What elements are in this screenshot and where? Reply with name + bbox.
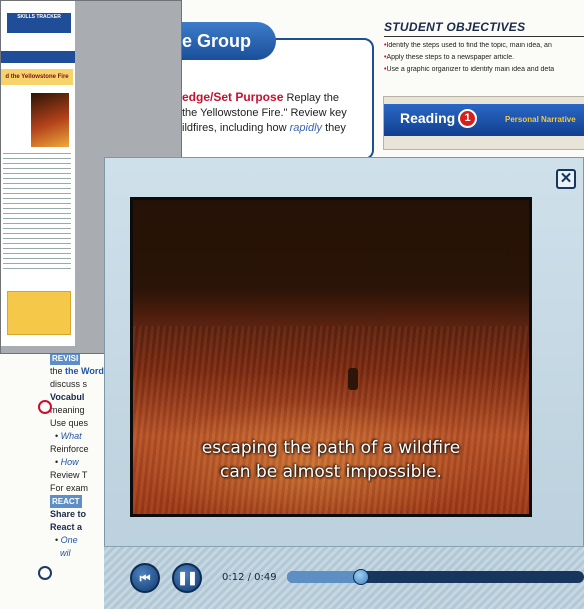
skills-tracker-label: SKILLS TRACKER bbox=[7, 13, 71, 33]
bullet-what: What bbox=[60, 431, 82, 441]
purpose-text-3: ildfires, including how bbox=[182, 122, 287, 134]
react-heading: REACT bbox=[50, 495, 82, 508]
discuss-text: discuss s bbox=[50, 379, 88, 389]
video-grass-texture bbox=[133, 325, 529, 514]
wildfire-photo-thumbnail bbox=[31, 93, 69, 147]
fleeing-animal bbox=[348, 368, 358, 390]
objectives-title: STUDENT OBJECTIVES bbox=[384, 20, 584, 37]
progress-scrubber-handle[interactable] bbox=[353, 569, 369, 585]
subtitle-line-2: can be almost impossible. bbox=[220, 462, 442, 482]
thumbnail-header-bar bbox=[1, 51, 75, 63]
pause-icon: ❚❚ bbox=[177, 570, 198, 585]
purpose-text-2: the Yellowstone Fire." Review key bbox=[182, 107, 347, 119]
vocabulary-target-icon bbox=[38, 400, 52, 414]
meaning-text: meaning bbox=[50, 405, 85, 415]
thumbnail-body-text bbox=[3, 151, 71, 271]
thumbnail-page: SKILLS TRACKER d the Yellowstone Fire bbox=[1, 1, 75, 346]
example-text: For exam bbox=[50, 483, 89, 493]
restart-button[interactable]: ⏮ bbox=[130, 563, 160, 593]
video-subtitle: escaping the path of a wildfire can be a… bbox=[133, 436, 529, 484]
purpose-text-block: edge/Set Purpose Replay the the Yellowst… bbox=[182, 90, 352, 136]
objective-item: Use a graphic organizer to identify main… bbox=[384, 66, 584, 73]
reading-label: Reading bbox=[400, 110, 456, 126]
reinforce-text: Reinforce bbox=[50, 444, 89, 454]
review-text: Review T bbox=[50, 470, 88, 480]
purpose-text-rapidly: rapidly bbox=[289, 122, 323, 134]
purpose-text-1: Replay the bbox=[286, 92, 340, 104]
react-a-heading: React a bbox=[50, 522, 83, 532]
objective-item: Identify the steps used to find the topi… bbox=[384, 42, 584, 49]
use-questions-text: Use ques bbox=[50, 418, 89, 428]
skip-back-icon: ⏮ bbox=[139, 571, 151, 585]
objective-item: Apply these steps to a newspaper article… bbox=[384, 54, 584, 61]
pause-button[interactable]: ❚❚ bbox=[172, 563, 202, 593]
purpose-heading: edge/Set Purpose bbox=[182, 90, 284, 104]
time-display: 0:12 / 0:49 bbox=[222, 572, 277, 583]
progress-fill bbox=[287, 571, 360, 583]
reading-type-label: Personal Narrative bbox=[505, 115, 576, 124]
thumbnail-article-title: d the Yellowstone Fire bbox=[1, 69, 73, 85]
bullet-one: One bbox=[60, 535, 78, 545]
share-text: Share to bbox=[50, 509, 87, 519]
vocabulary-heading: Vocabul bbox=[50, 392, 85, 402]
close-button[interactable]: ✕ bbox=[556, 169, 576, 189]
thumbnail-note-box bbox=[7, 291, 71, 335]
word-link: the Word bbox=[65, 366, 104, 376]
student-objectives: STUDENT OBJECTIVES Identify the steps us… bbox=[384, 20, 584, 73]
purpose-text-4: they bbox=[325, 122, 346, 134]
reading-number-badge: 1 bbox=[458, 109, 477, 128]
video-display[interactable]: escaping the path of a wildfire can be a… bbox=[130, 197, 532, 517]
react-icon bbox=[38, 566, 52, 580]
bullet-one-cont: wil bbox=[60, 548, 71, 558]
subtitle-line-1: escaping the path of a wildfire bbox=[201, 438, 461, 458]
bullet-how: How bbox=[60, 457, 79, 467]
